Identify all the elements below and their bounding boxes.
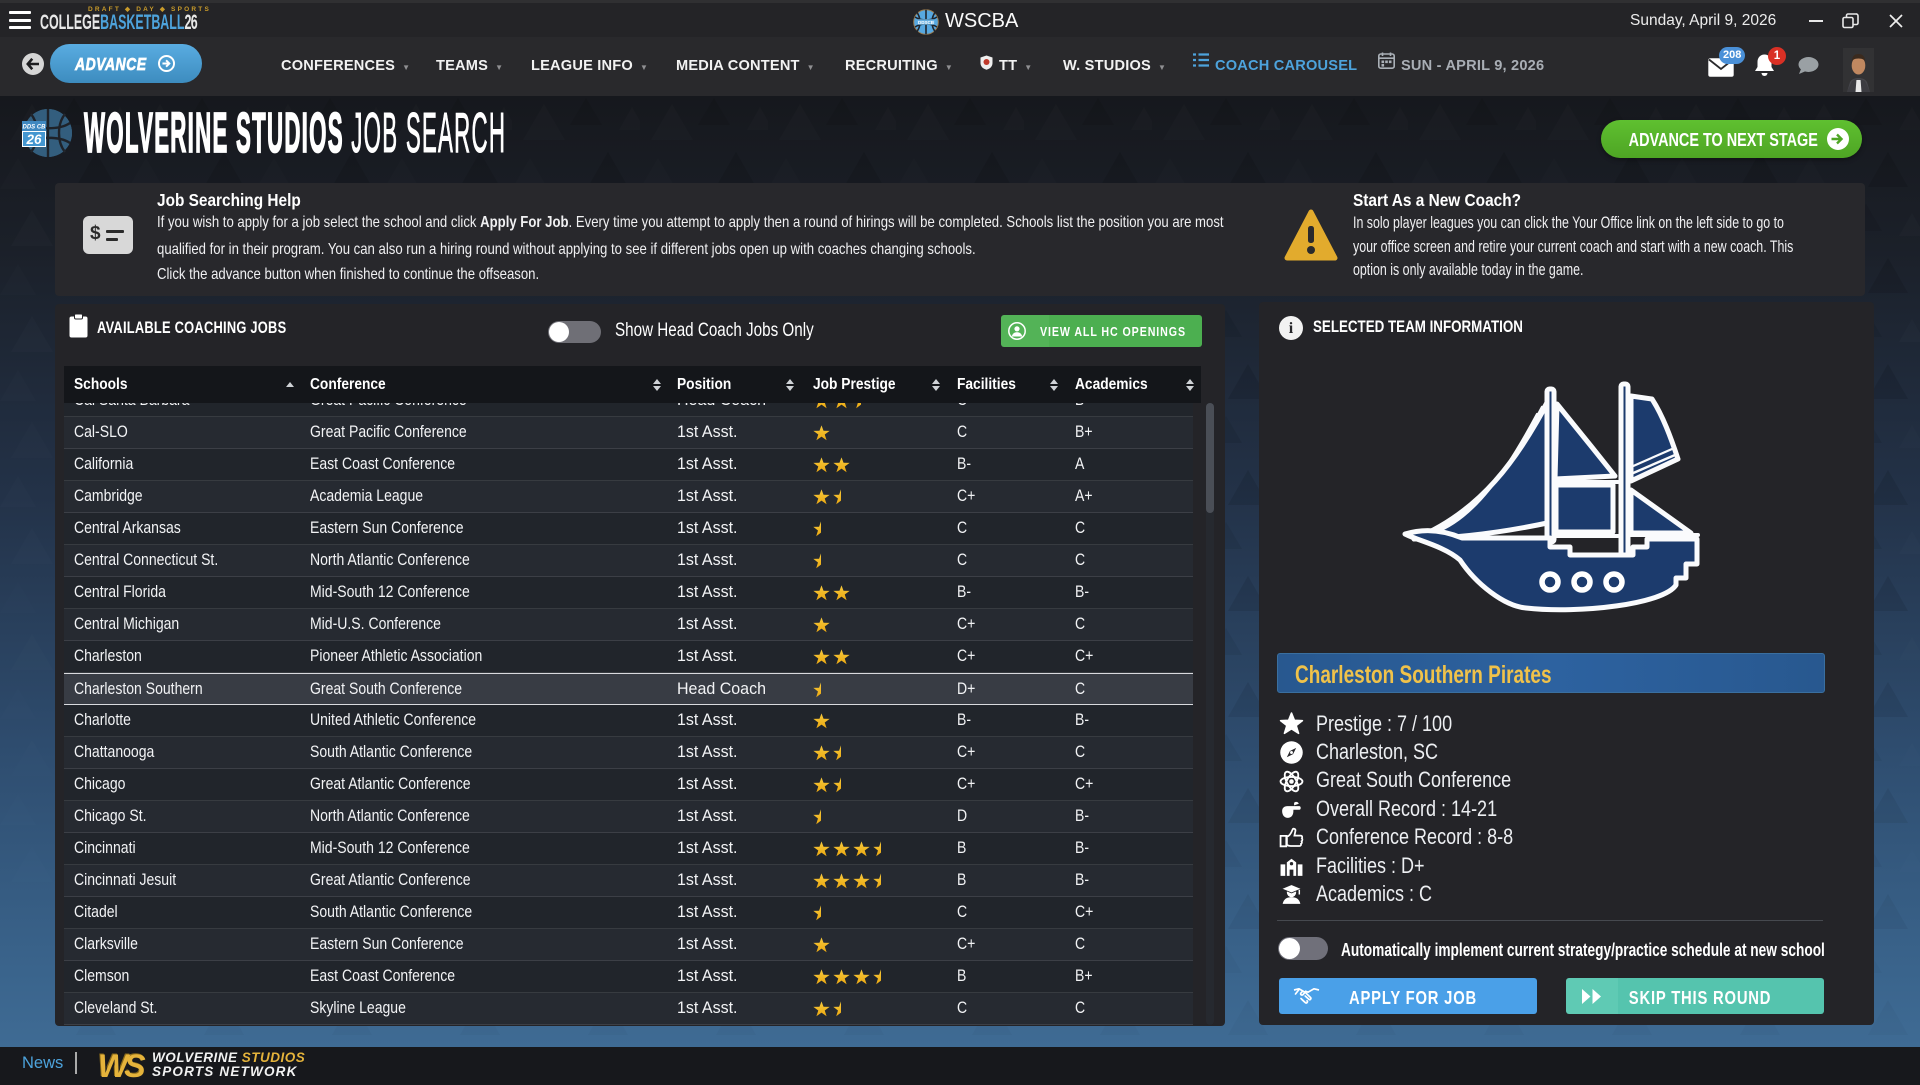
svg-text:26: 26 bbox=[25, 132, 42, 147]
svg-text:DDS CB: DDS CB bbox=[22, 125, 46, 131]
svg-text:DDSCB: DDSCB bbox=[918, 20, 935, 25]
